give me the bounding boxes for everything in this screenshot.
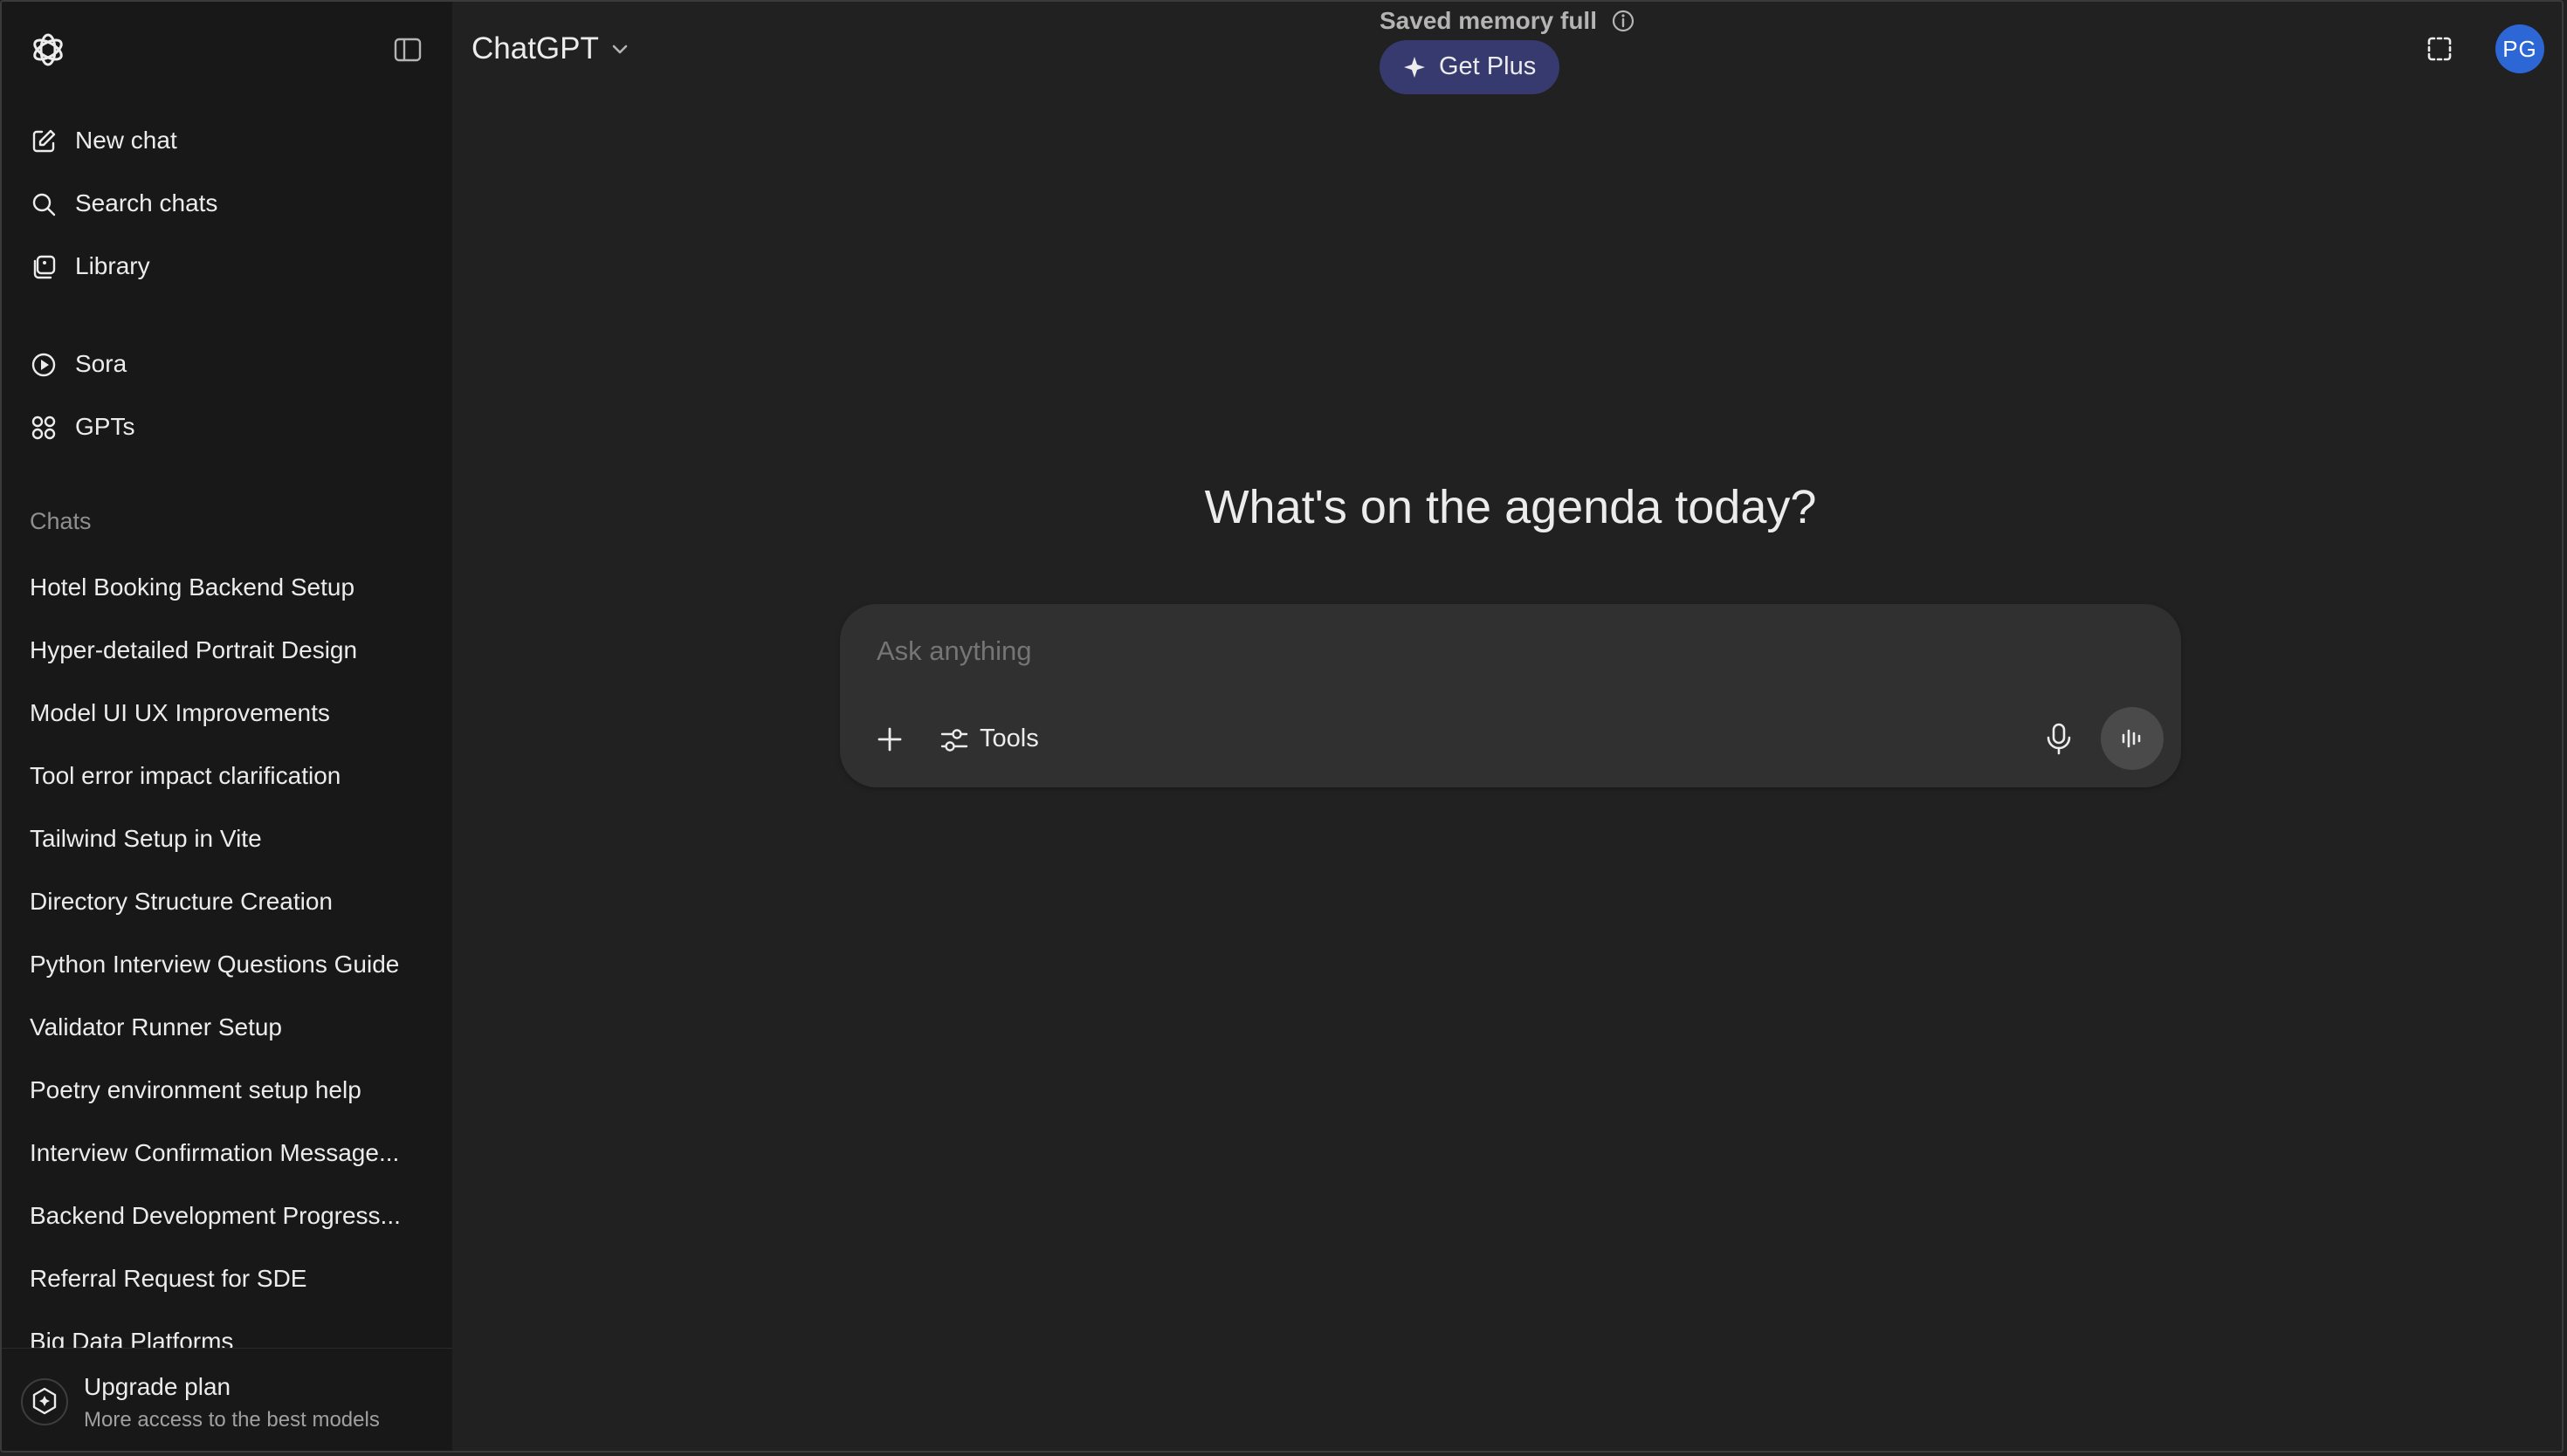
chat-item[interactable]: Backend Development Progress... [12,1189,440,1243]
chat-item[interactable]: Poetry environment setup help [12,1063,440,1117]
chat-item-label: Hotel Booking Backend Setup [30,573,355,601]
memory-notice: Saved memory full [1380,7,1635,35]
chat-item-label: Model UI UX Improvements [30,699,330,726]
library-button[interactable]: Library [12,239,440,293]
chat-item[interactable]: Tool error impact clarification [12,749,440,803]
chat-item-label: Validator Runner Setup [30,1013,282,1040]
chat-item[interactable]: Directory Structure Creation [12,875,440,929]
search-icon [32,193,56,216]
memory-notice-text: Saved memory full [1380,7,1597,34]
gpts-label: GPTs [75,413,135,440]
upgrade-plan-title: Upgrade plan [84,1373,231,1400]
composer: Tools [840,604,2181,787]
tools-button[interactable]: Tools [933,718,1055,761]
chat-item[interactable]: Interview Confirmation Message... [12,1126,440,1180]
chat-item-label: Directory Structure Creation [30,888,334,915]
voice-mode-button[interactable] [2101,707,2164,770]
new-chat-button[interactable]: New chat [12,113,440,168]
sora-button[interactable]: Sora [12,337,440,391]
sidebar-header [2,2,452,98]
chat-item[interactable]: Model UI UX Improvements [12,686,440,740]
chevron-down-icon [612,45,628,54]
sliders-icon [940,729,968,752]
microphone-icon[interactable] [2036,716,2082,761]
model-switcher[interactable]: ChatGPT [471,26,630,72]
search-chats-button[interactable]: Search chats [12,176,440,230]
grid-icon [31,416,56,440]
chats-section-title: Chats [30,508,92,534]
gpts-button[interactable]: GPTs [12,400,440,454]
chat-item-label: Hyper-detailed Portrait Design [30,636,358,663]
chat-item-label: Referral Request for SDE [30,1265,307,1292]
chat-item-label: Tailwind Setup in Vite [30,825,262,852]
get-plus-label: Get Plus [1439,52,1537,80]
info-icon[interactable] [1611,9,1635,33]
chat-item[interactable]: Validator Runner Setup [12,1000,440,1054]
library-icon [33,255,56,279]
new-chat-label: New chat [75,127,177,154]
voice-waveform-icon [2122,729,2141,748]
openai-logo-icon[interactable] [26,28,70,72]
avatar[interactable]: PG [2495,24,2544,73]
sidebar-toggle-icon[interactable] [393,35,423,65]
sidebar: New chat Search chats Library Sora GPTs [2,2,452,1453]
chat-item[interactable]: Python Interview Questions Guide [12,937,440,992]
upgrade-plan-subtitle: More access to the best models [84,1408,380,1432]
plus-icon[interactable] [868,718,912,761]
upgrade-hexagon-icon [32,1387,57,1415]
chat-item[interactable]: Referral Request for SDE [12,1252,440,1306]
chat-item[interactable]: Hotel Booking Backend Setup [12,560,440,615]
new-chat-icon [32,129,56,153]
get-plus-button[interactable]: Get Plus [1380,40,1559,94]
library-label: Library [75,252,150,279]
chat-item-label: Backend Development Progress... [30,1202,401,1229]
chat-item[interactable]: Tailwind Setup in Vite [12,812,440,866]
sparkle-icon [1404,57,1425,78]
sora-label: Sora [75,350,127,377]
prompt-input[interactable] [877,635,2012,667]
page-headline: What's on the agenda today? [1204,481,1817,533]
play-circle-icon [31,353,56,377]
avatar-initials: PG [2502,35,2537,62]
chat-item-label: Interview Confirmation Message... [30,1139,400,1166]
upgrade-plan-button[interactable]: Upgrade plan More access to the best mod… [2,1348,452,1453]
chat-item-label: Tool error impact clarification [30,762,341,789]
chat-item[interactable]: Hyper-detailed Portrait Design [12,623,440,677]
model-name: ChatGPT [471,31,599,65]
chat-item-label: Poetry environment setup help [30,1076,361,1103]
temporary-chat-icon[interactable] [2424,33,2455,65]
upgrade-plan-icon-wrap [21,1378,68,1425]
search-chats-label: Search chats [75,189,218,216]
chat-item-label: Python Interview Questions Guide [30,951,400,978]
tools-label: Tools [980,725,1039,752]
